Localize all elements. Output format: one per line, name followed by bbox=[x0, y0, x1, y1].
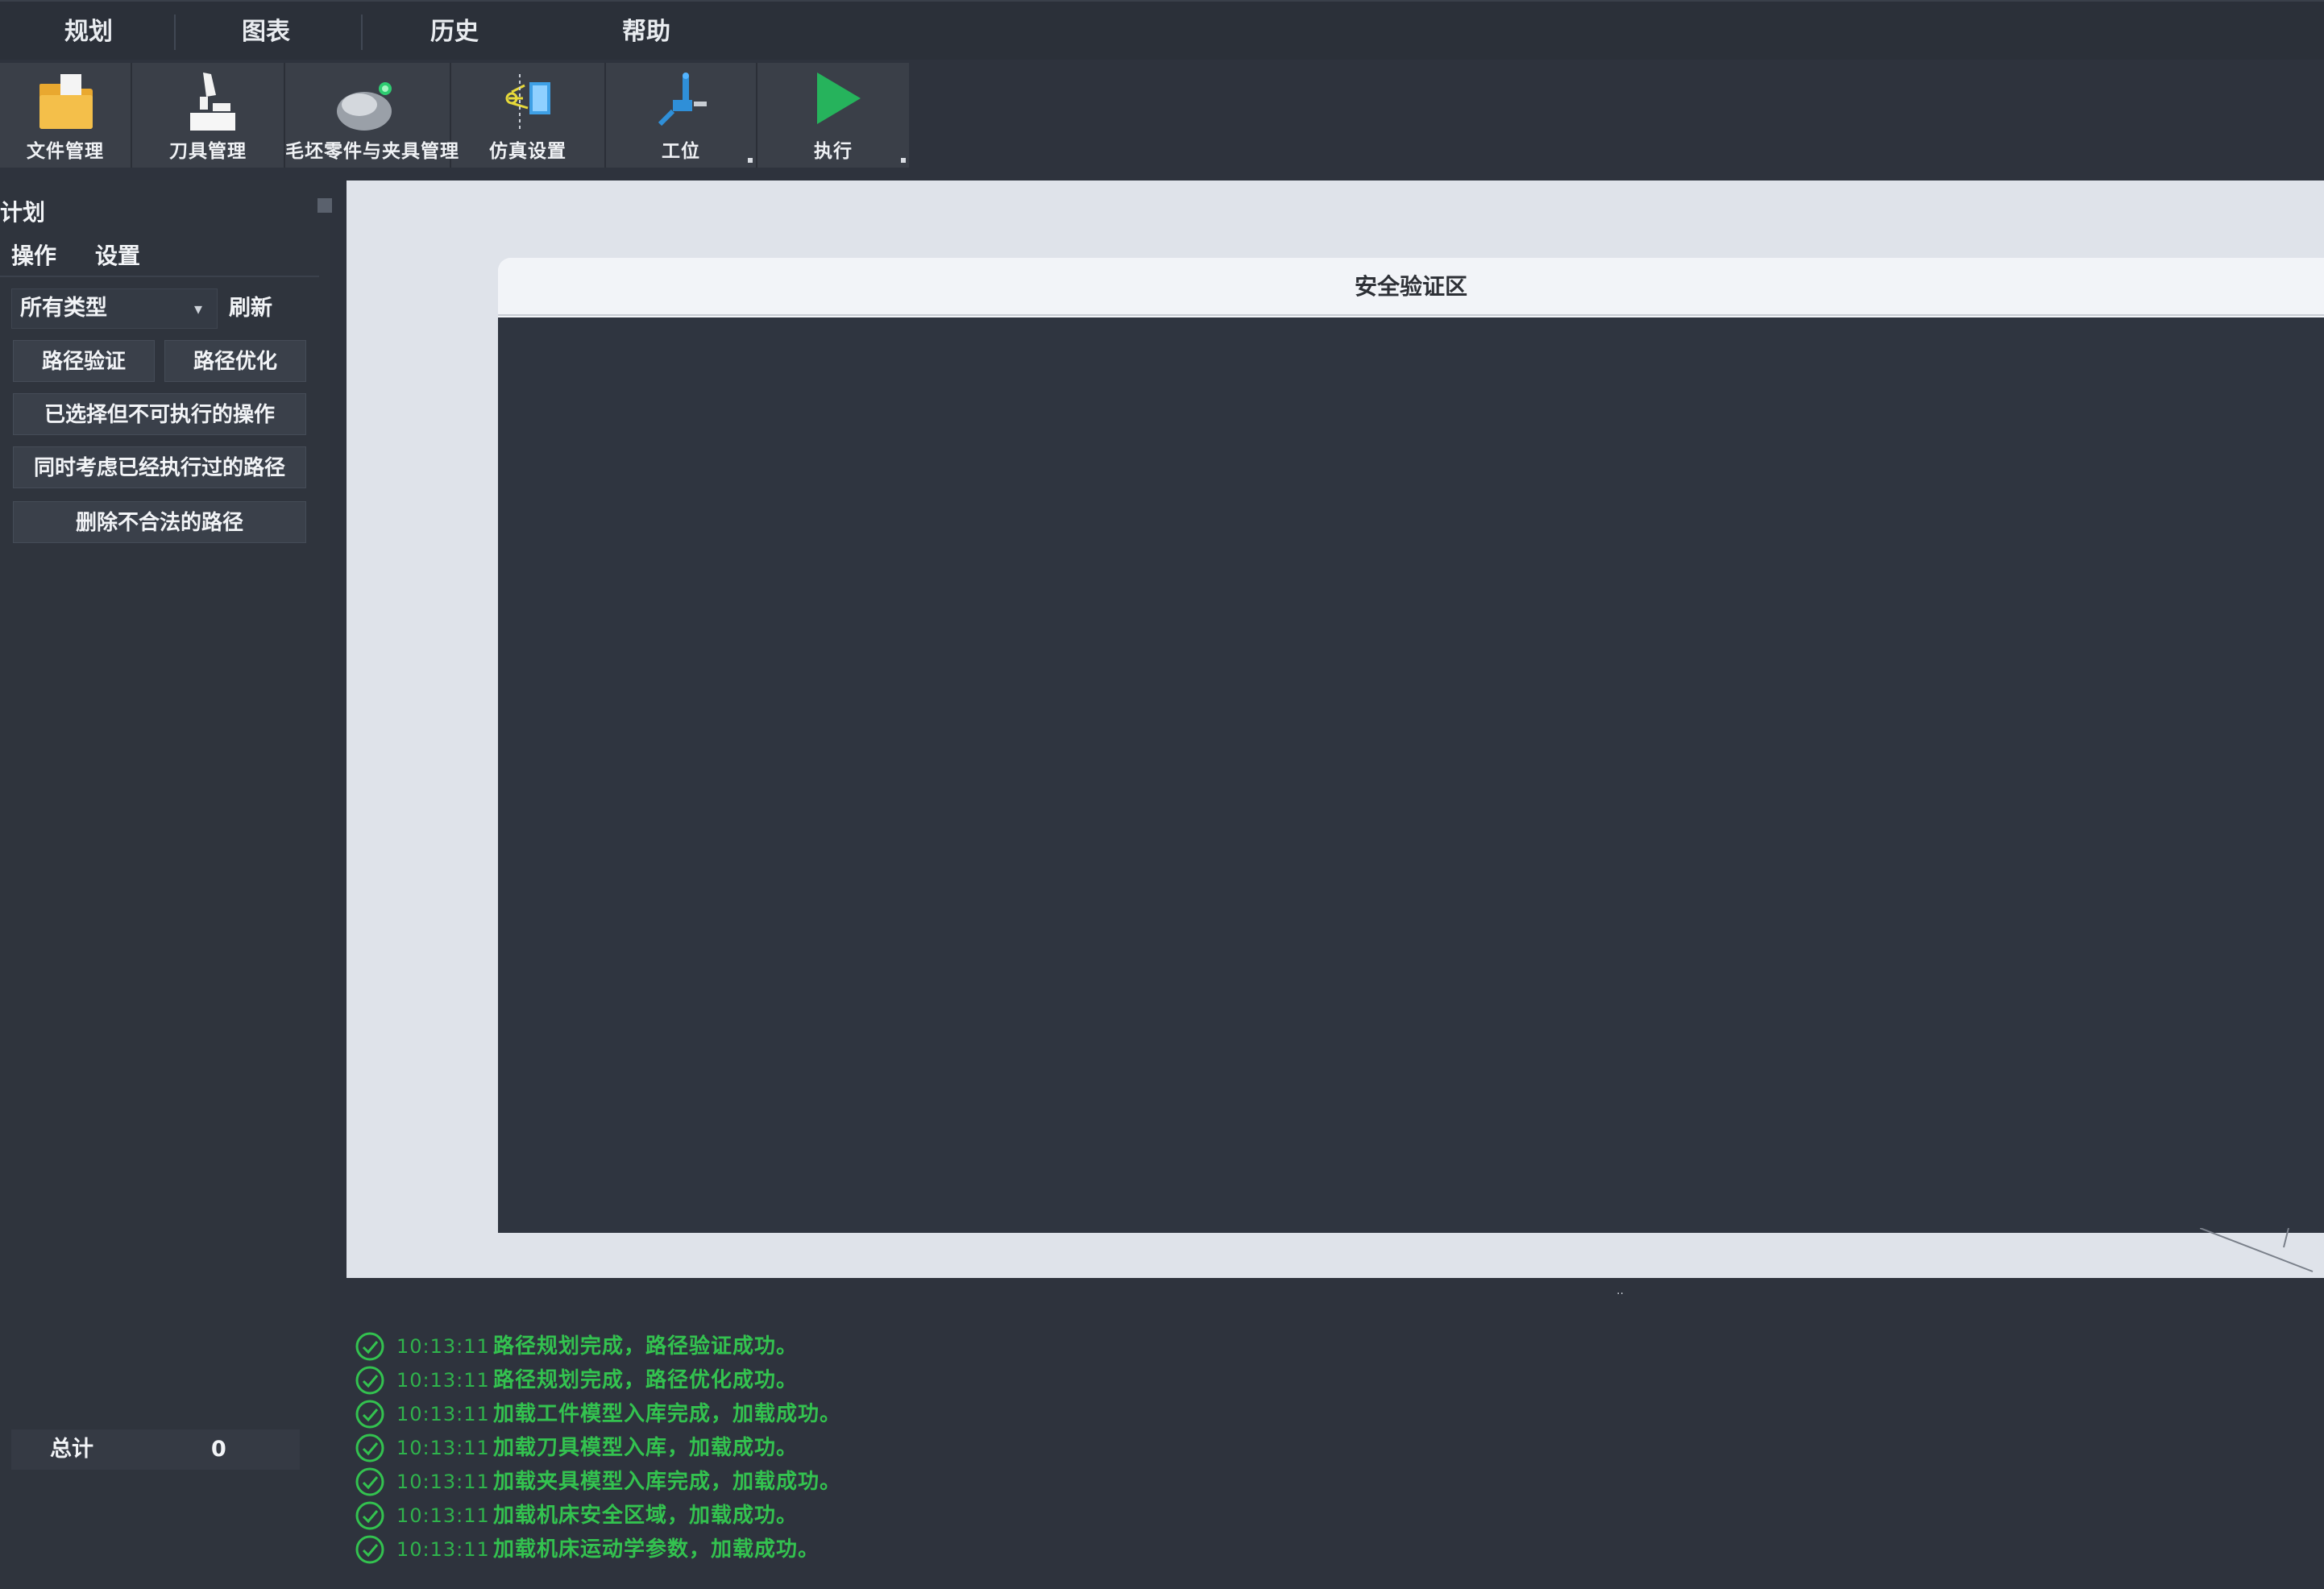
simulation-setup-icon bbox=[505, 74, 550, 132]
log-message: 路径规划完成，路径验证成功。 bbox=[493, 1334, 799, 1359]
folder-icon bbox=[39, 74, 93, 129]
tab-settings[interactable]: 设置 bbox=[95, 239, 140, 271]
workspace-canvas: 安全验证区 bbox=[347, 180, 2324, 1278]
delete-invalid-paths-button[interactable]: 删除不合法的路径 bbox=[13, 501, 306, 543]
robot-arm-icon bbox=[658, 73, 707, 127]
path-verify-button[interactable]: 路径验证 bbox=[13, 340, 155, 382]
simulation-setup-button[interactable]: 仿真设置 bbox=[451, 63, 606, 168]
log-time: 10:13:11 bbox=[396, 1403, 490, 1425]
menu-separator bbox=[361, 15, 363, 50]
check-circle-icon bbox=[355, 1501, 384, 1530]
check-circle-icon bbox=[355, 1366, 384, 1395]
menu-history[interactable]: 历史 bbox=[390, 8, 519, 56]
ribbon-toolbar: 文件管理 刀具管理 毛坯零件与夹具管理 仿真设置 工位 执行 bbox=[0, 63, 909, 168]
path-optimize-button[interactable]: 路径优化 bbox=[164, 340, 306, 382]
check-circle-icon bbox=[355, 1332, 384, 1361]
check-circle-icon bbox=[355, 1467, 384, 1496]
total-label: 总计 bbox=[50, 1437, 93, 1462]
log-entry: 10:13:11 加载刀具模型入库，加载成功。 bbox=[355, 1431, 919, 1463]
log-message: 加载机床安全区域，加载成功。 bbox=[493, 1504, 799, 1528]
plan-panel: 计划 操作 设置 所有类型 ▾ 刷新 路径验证 路径优化 已选择但不可执行的操作… bbox=[0, 180, 332, 1589]
log-message: 路径规划完成，路径优化成功。 bbox=[493, 1368, 799, 1392]
tool-label: 执行 bbox=[814, 141, 853, 162]
dropdown-indicator[interactable] bbox=[748, 158, 753, 163]
tool-manager-button[interactable]: 刀具管理 bbox=[132, 63, 285, 168]
floor-grid-lines bbox=[2200, 1228, 2314, 1272]
log-entry: 10:13:11 加载机床运动学参数，加载成功。 bbox=[355, 1533, 919, 1565]
include-executed-paths-button[interactable]: 同时考虑已经执行过的路径 bbox=[13, 446, 306, 488]
type-filter-value: 所有类型 bbox=[20, 296, 107, 321]
log-time: 10:13:11 bbox=[396, 1538, 490, 1561]
menu-plan[interactable]: 规划 bbox=[24, 8, 153, 56]
log-message: 加载刀具模型入库，加载成功。 bbox=[493, 1436, 799, 1460]
check-circle-icon bbox=[355, 1433, 384, 1462]
safety-verification-viewport[interactable]: 安全验证区 bbox=[498, 258, 2324, 1233]
tab-operations[interactable]: 操作 bbox=[11, 239, 56, 271]
panel-title: 计划 bbox=[0, 199, 46, 226]
non-executable-ops-button[interactable]: 已选择但不可执行的操作 bbox=[13, 393, 306, 435]
execute-button[interactable]: 执行 bbox=[757, 63, 909, 168]
play-icon bbox=[817, 73, 861, 124]
total-count: 0 bbox=[211, 1437, 226, 1462]
log-time: 10:13:11 bbox=[396, 1471, 490, 1493]
log-time: 10:13:11 bbox=[396, 1504, 490, 1527]
viewport-title: 安全验证区 bbox=[498, 258, 2324, 316]
menu-bar: 规划 图表 历史 帮助 bbox=[0, 0, 2324, 60]
file-manager-button[interactable]: 文件管理 bbox=[0, 63, 132, 168]
app-window: 规划 图表 历史 帮助 文件管理 刀具管理 毛坯零件与夹具管理 仿真设置 工位 … bbox=[0, 0, 2324, 1589]
tab-divider bbox=[0, 276, 319, 277]
refresh-button[interactable]: 刷新 bbox=[229, 290, 272, 327]
tool-holder-icon bbox=[190, 73, 235, 131]
log-entry: 10:13:11 路径规划完成，路径优化成功。 bbox=[355, 1363, 919, 1396]
tool-label: 仿真设置 bbox=[489, 141, 566, 162]
log-message: 加载工件模型入库完成，加载成功。 bbox=[493, 1402, 842, 1426]
log-message: 加载夹具模型入库完成，加载成功。 bbox=[493, 1470, 842, 1494]
tool-label: 工位 bbox=[662, 141, 700, 162]
log-time: 10:13:11 bbox=[396, 1369, 490, 1392]
tool-label: 刀具管理 bbox=[169, 141, 247, 162]
log-entry: 10:13:11 加载工件模型入库完成，加载成功。 bbox=[355, 1397, 919, 1429]
log-time: 10:13:11 bbox=[396, 1437, 490, 1459]
panel-close-icon[interactable] bbox=[317, 198, 332, 213]
log-message: 加载机床运动学参数，加载成功。 bbox=[493, 1537, 820, 1562]
type-filter-select[interactable]: 所有类型 ▾ bbox=[11, 288, 218, 329]
log-entry: 10:13:11 加载夹具模型入库完成，加载成功。 bbox=[355, 1465, 919, 1497]
viewport-body[interactable] bbox=[498, 317, 2324, 1233]
menu-help[interactable]: 帮助 bbox=[582, 8, 711, 56]
tool-label: 文件管理 bbox=[27, 141, 104, 162]
tool-label: 毛坯零件与夹具管理 bbox=[285, 141, 459, 162]
check-circle-icon bbox=[355, 1535, 384, 1564]
check-circle-icon bbox=[355, 1400, 384, 1429]
stock-part-button[interactable]: 毛坯零件与夹具管理 bbox=[285, 63, 459, 168]
stock-part-icon bbox=[337, 82, 392, 131]
chevron-down-icon: ▾ bbox=[193, 299, 202, 318]
resize-handle[interactable]: ·· bbox=[1616, 1288, 1636, 1300]
panel-footer: 总计 0 bbox=[11, 1429, 300, 1470]
log-entry: 10:13:11 路径规划完成，路径验证成功。 bbox=[355, 1330, 919, 1362]
menu-chart[interactable]: 图表 bbox=[201, 8, 330, 56]
log-time: 10:13:11 bbox=[396, 1335, 490, 1358]
dropdown-indicator[interactable] bbox=[901, 158, 906, 163]
station-button[interactable]: 工位 bbox=[606, 63, 757, 168]
menu-separator bbox=[174, 15, 176, 50]
log-entry: 10:13:11 加载机床安全区域，加载成功。 bbox=[355, 1499, 919, 1531]
